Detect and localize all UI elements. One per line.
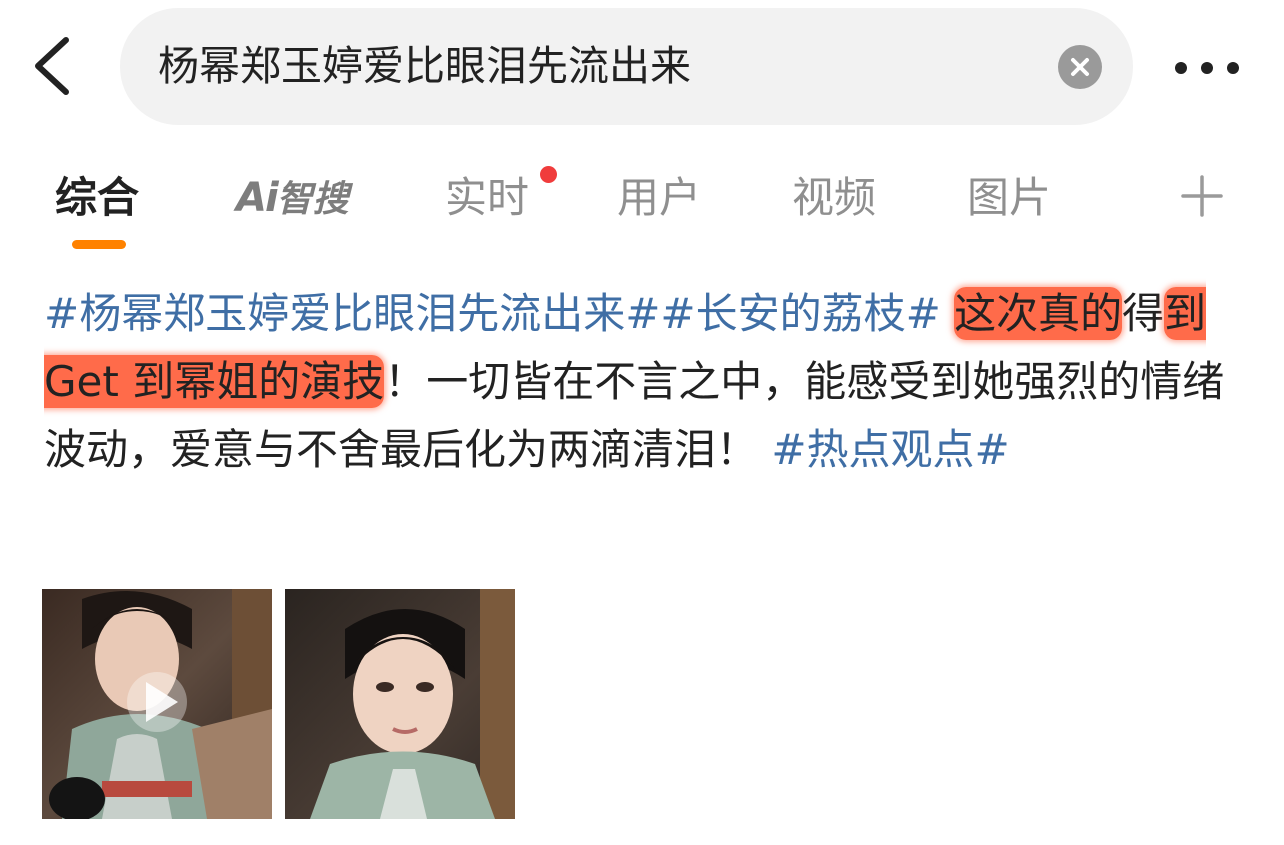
tab-realtime[interactable]: 实时 (445, 168, 529, 228)
clear-search-button[interactable] (1058, 45, 1102, 89)
hashtag-link[interactable]: #杨幂郑玉婷爱比眼泪先流出来# (44, 289, 660, 338)
tab-videos[interactable]: 视频 (792, 168, 876, 228)
back-button[interactable] (30, 34, 74, 98)
search-input[interactable]: 杨幂郑玉婷爱比眼泪先流出来 (158, 8, 691, 125)
post-text-segment (941, 289, 954, 338)
tab-comprehensive[interactable]: 综合 (55, 168, 139, 228)
active-tab-indicator (72, 240, 126, 249)
photo-image (285, 589, 515, 819)
ai-logo-text: Ai (236, 175, 279, 221)
tab-users[interactable]: 用户 (617, 168, 701, 228)
post-text: #杨幂郑玉婷爱比眼泪先流出来##长安的荔枝# 这次真的得到 Get 到幂姐的演技… (44, 280, 1239, 484)
hashtag-link[interactable]: #热点观点# (771, 425, 1009, 474)
image-thumbnail[interactable] (285, 589, 515, 819)
more-horizontal-icon (1175, 62, 1239, 74)
ai-search-label: 智搜 (276, 179, 349, 220)
close-circle-icon (1071, 58, 1089, 76)
more-tabs-button[interactable] (1180, 174, 1224, 218)
search-field[interactable]: 杨幂郑玉婷爱比眼泪先流出来 (120, 8, 1133, 125)
highlighted-text: 这次真的 (954, 287, 1123, 340)
more-menu-button[interactable] (1166, 48, 1248, 88)
new-content-badge (540, 166, 557, 183)
post-text-segment: 得 (1122, 289, 1165, 338)
tab-images[interactable]: 图片 (967, 168, 1051, 228)
video-frame-image (42, 589, 272, 819)
hashtag-link[interactable]: #长安的荔枝# (660, 289, 940, 338)
plus-icon (1181, 175, 1223, 217)
chevron-left-icon (35, 37, 69, 95)
tab-ai-search[interactable]: Ai智搜 (236, 172, 349, 224)
video-thumbnail[interactable] (42, 589, 272, 819)
